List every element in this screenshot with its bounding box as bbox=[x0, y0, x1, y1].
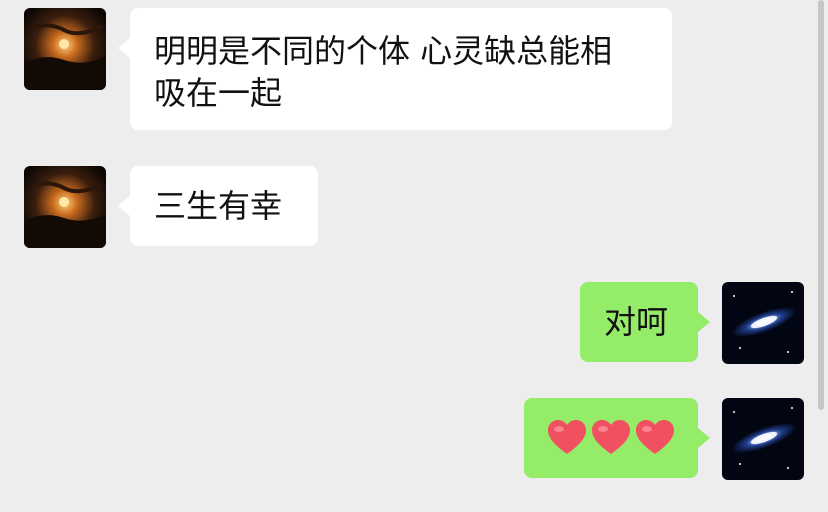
message-text-line-1: 明明是不同的个体 心灵缺总能相 bbox=[154, 32, 613, 70]
red-heart-icon bbox=[636, 420, 674, 454]
message-emoji-row bbox=[546, 398, 676, 478]
chat-scrollbar[interactable] bbox=[818, 0, 824, 410]
galaxy-avatar-image bbox=[722, 282, 804, 364]
outgoing-message-bubble[interactable]: 对呵 bbox=[580, 282, 710, 362]
contact-avatar[interactable] bbox=[24, 166, 106, 248]
sunset-avatar-image bbox=[24, 166, 106, 248]
user-avatar[interactable] bbox=[722, 282, 804, 364]
message-text: 对呵 bbox=[604, 303, 669, 341]
galaxy-avatar-image bbox=[722, 398, 804, 480]
contact-avatar[interactable] bbox=[24, 8, 106, 90]
user-avatar[interactable] bbox=[722, 398, 804, 480]
red-heart-icon bbox=[592, 420, 630, 454]
message-text-line-2: 吸在一起 bbox=[154, 74, 283, 112]
red-heart-icon bbox=[548, 420, 586, 454]
incoming-message-bubble[interactable]: 三生有幸 bbox=[118, 166, 318, 246]
incoming-message-bubble[interactable]: 明明是不同的个体 心灵缺总能相 吸在一起 bbox=[118, 8, 672, 130]
sunset-avatar-image bbox=[24, 8, 106, 90]
message-text: 三生有幸 bbox=[154, 187, 283, 225]
outgoing-message-bubble[interactable] bbox=[524, 398, 710, 478]
